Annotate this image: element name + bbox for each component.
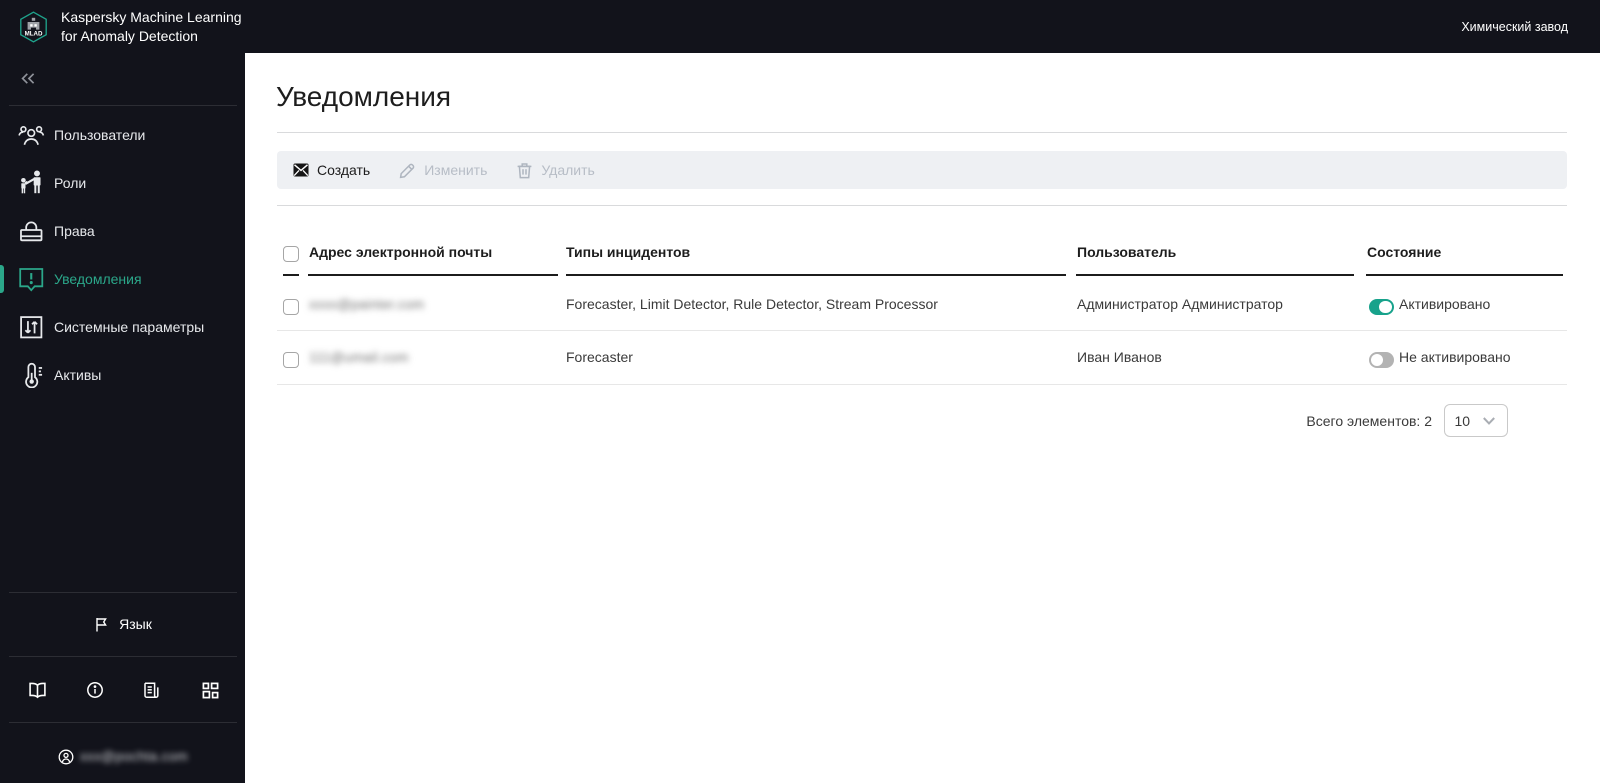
svg-text:MLAD: MLAD [25, 30, 43, 37]
